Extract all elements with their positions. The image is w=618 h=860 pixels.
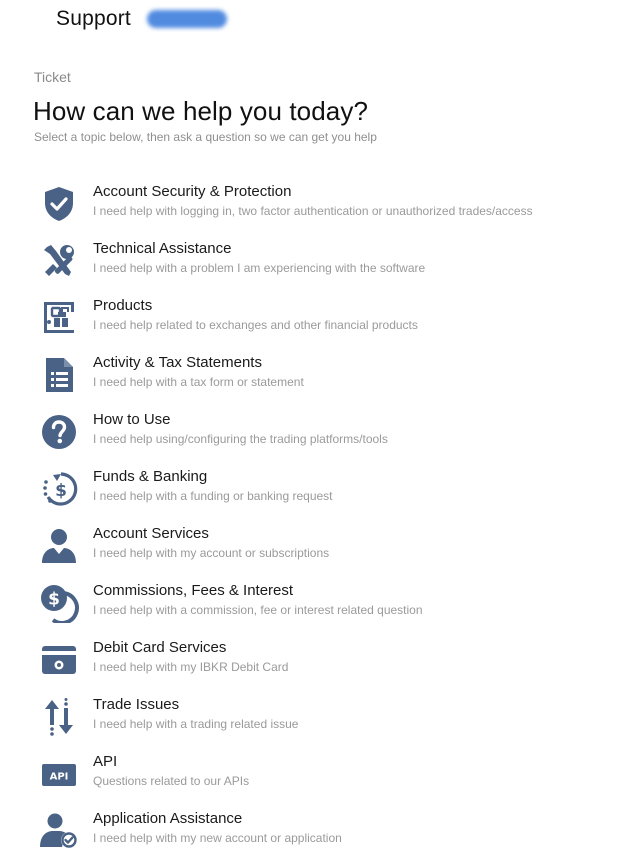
shield-check-icon — [39, 184, 79, 224]
topic-description: I need help with a commission, fee or in… — [93, 603, 423, 617]
topic-name: Account Services — [93, 525, 209, 542]
topic-technical-assistance[interactable]: Technical Assistance I need help with a … — [36, 240, 596, 290]
topic-name: Activity & Tax Statements — [93, 354, 262, 371]
topic-name: How to Use — [93, 411, 171, 428]
user-icon — [39, 526, 79, 566]
header-badge[interactable] — [146, 10, 227, 28]
topic-how-to-use[interactable]: How to Use I need help using/configuring… — [36, 411, 596, 461]
trade-arrows-icon — [39, 697, 79, 737]
breadcrumb[interactable]: Ticket — [34, 69, 71, 85]
header-title: Support — [56, 7, 131, 30]
debit-card-icon — [39, 640, 79, 680]
topic-description: I need help with a funding or banking re… — [93, 489, 333, 503]
topic-description: I need help related to exchanges and oth… — [93, 318, 418, 332]
topic-name: Debit Card Services — [93, 639, 227, 656]
topic-trade-issues[interactable]: Trade Issues I need help with a trading … — [36, 696, 596, 746]
topic-account-services[interactable]: Account Services I need help with my acc… — [36, 525, 596, 575]
header: Support — [56, 4, 227, 34]
coins-icon: $ — [39, 583, 79, 623]
topic-name: Application Assistance — [93, 810, 243, 827]
svg-text:$: $ — [55, 481, 67, 501]
topic-account-security[interactable]: Account Security & Protection I need hel… — [36, 183, 596, 233]
svg-text:$: $ — [48, 590, 60, 610]
topic-api[interactable]: API API Questions related to our APIs — [36, 753, 596, 803]
topic-description: I need help with my IBKR Debit Card — [93, 660, 289, 674]
page-subtitle: Select a topic below, then ask a questio… — [34, 130, 377, 144]
topic-name: Technical Assistance — [93, 240, 232, 257]
topic-description: I need help with a problem I am experien… — [93, 261, 426, 275]
topic-description: I need help with a trading related issue — [93, 717, 299, 731]
topic-description: I need help using/configuring the tradin… — [93, 432, 388, 446]
topic-debit-card-services[interactable]: Debit Card Services I need help with my … — [36, 639, 596, 689]
topic-name: Commissions, Fees & Interest — [93, 582, 294, 599]
page-title: How can we help you today? — [33, 96, 369, 126]
api-badge-text: API — [50, 772, 69, 783]
topic-description: I need help with my new account or appli… — [93, 831, 342, 845]
tools-icon — [39, 241, 79, 281]
api-badge-icon: API — [39, 754, 79, 794]
topic-name: API — [93, 753, 118, 770]
topic-name: Products — [93, 297, 153, 314]
document-list-icon — [39, 355, 79, 395]
topic-description: I need help with a tax form or statement — [93, 375, 304, 389]
topic-funds-banking[interactable]: $ Funds & Banking I need help with a fun… — [36, 468, 596, 518]
topic-products[interactable]: Products I need help related to exchange… — [36, 297, 596, 347]
topic-application-assistance[interactable]: Application Assistance I need help with … — [36, 810, 596, 860]
exchange-building-icon — [39, 298, 79, 338]
user-check-icon — [39, 811, 79, 851]
dollar-cycle-icon: $ — [39, 469, 79, 509]
question-circle-icon — [39, 412, 79, 452]
topic-name: Account Security & Protection — [93, 183, 292, 200]
topic-description: I need help with my account or subscript… — [93, 546, 330, 560]
topic-activity-tax-statements[interactable]: Activity & Tax Statements I need help wi… — [36, 354, 596, 404]
topic-description: Questions related to our APIs — [93, 774, 250, 788]
topic-description: I need help with logging in, two factor … — [93, 204, 533, 218]
topic-commissions-fees-interest[interactable]: $ Commissions, Fees & Interest I need he… — [36, 582, 596, 632]
topic-name: Trade Issues — [93, 696, 180, 713]
topic-name: Funds & Banking — [93, 468, 208, 485]
